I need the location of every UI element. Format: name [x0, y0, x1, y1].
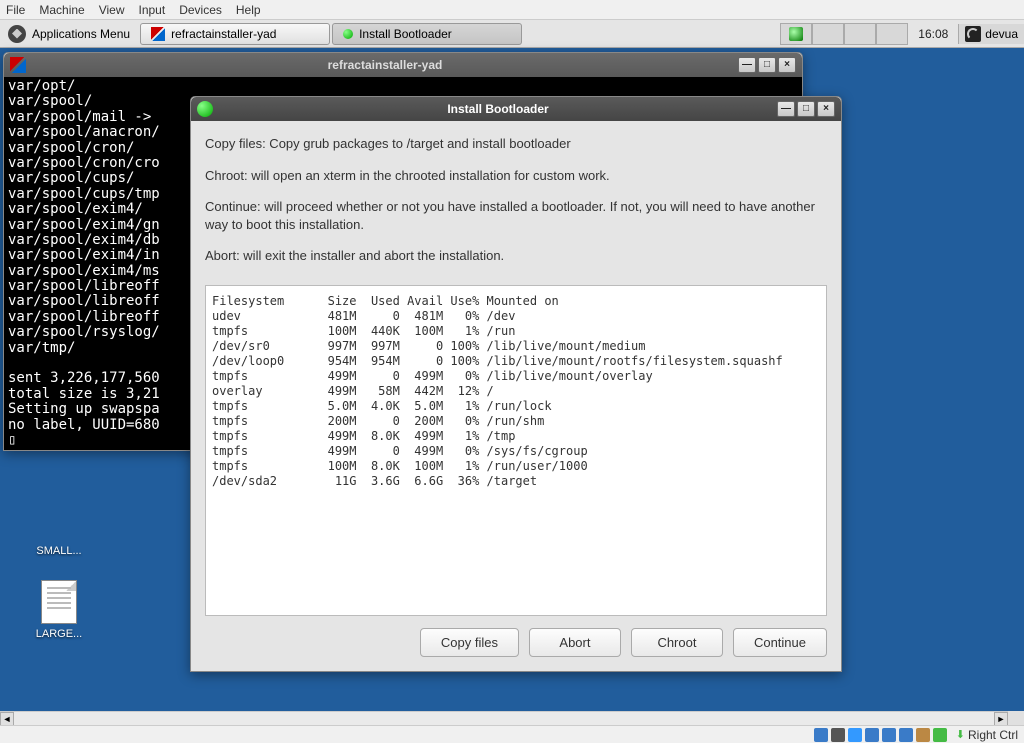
tray-slot-2	[844, 23, 876, 45]
scroll-right-button[interactable]: ►	[994, 712, 1008, 726]
continue-button[interactable]: Continue	[733, 628, 827, 657]
scroll-corner	[1008, 711, 1024, 725]
taskbar-label-1: refractainstaller-yad	[171, 27, 276, 41]
abort-button[interactable]: Abort	[529, 628, 621, 657]
vm-shared-folders-icon[interactable]	[899, 728, 913, 742]
taskbar-item-refractainstaller[interactable]: refractainstaller-yad	[140, 23, 330, 45]
vm-menu-devices[interactable]: Devices	[179, 3, 222, 17]
vm-usb-icon[interactable]	[882, 728, 896, 742]
scroll-left-button[interactable]: ◄	[0, 712, 14, 726]
vm-menu-help[interactable]: Help	[236, 3, 261, 17]
applications-menu-button[interactable]: Applications Menu	[0, 23, 138, 45]
vm-hdd-icon[interactable]	[814, 728, 828, 742]
desktop-icon-large[interactable]: LARGE...	[24, 580, 94, 640]
tray-indicator[interactable]	[780, 23, 812, 45]
terminal-app-icon	[10, 57, 26, 73]
vm-host-key-indicator: ⬇ Right Ctrl	[956, 728, 1018, 742]
copy-files-button[interactable]: Copy files	[420, 628, 519, 657]
chroot-button[interactable]: Chroot	[631, 628, 723, 657]
refracta-icon	[151, 27, 165, 41]
vm-menu-machine[interactable]: Machine	[39, 3, 84, 17]
user-label: devua	[985, 27, 1018, 41]
dialog-text-copyfiles: Copy files: Copy grub packages to /targe…	[205, 135, 827, 153]
vm-display-icon[interactable]	[916, 728, 930, 742]
dialog-maximize-button[interactable]: □	[797, 101, 815, 117]
dialog-body: Copy files: Copy grub packages to /targe…	[191, 121, 841, 671]
dialog-button-row: Copy files Abort Chroot Continue	[205, 628, 827, 657]
host-key-label: Right Ctrl	[968, 728, 1018, 742]
applications-menu-icon	[8, 25, 26, 43]
dialog-text-chroot: Chroot: will open an xterm in the chroot…	[205, 167, 827, 185]
taskbar-label-2: Install Bootloader	[359, 27, 452, 41]
terminal-maximize-button[interactable]: □	[758, 57, 776, 73]
file-icon	[41, 580, 77, 624]
tray-slot-3	[876, 23, 908, 45]
dialog-titlebar[interactable]: Install Bootloader — □ ×	[191, 97, 841, 121]
dialog-text-continue: Continue: will proceed whether or not yo…	[205, 198, 827, 233]
terminal-close-button[interactable]: ×	[778, 57, 796, 73]
vm-optical-icon[interactable]	[831, 728, 845, 742]
tray-slot-1	[812, 23, 844, 45]
dialog-text-abort: Abort: will exit the installer and abort…	[205, 247, 827, 265]
terminal-titlebar[interactable]: refractainstaller-yad — □ ×	[4, 53, 802, 77]
dialog-title-text: Install Bootloader	[219, 102, 777, 116]
vm-menu-input[interactable]: Input	[139, 3, 166, 17]
bootloader-icon	[343, 29, 353, 39]
vm-menubar: File Machine View Input Devices Help	[0, 0, 1024, 20]
devuan-swirl-icon	[965, 26, 981, 42]
dialog-instructions: Copy files: Copy grub packages to /targe…	[205, 135, 827, 279]
tray-green-icon	[789, 27, 803, 41]
host-key-arrow-icon: ⬇	[956, 728, 965, 741]
scroll-track[interactable]	[14, 712, 994, 725]
dialog-app-icon	[197, 101, 213, 117]
dialog-close-button[interactable]: ×	[817, 101, 835, 117]
desktop-icon-large-label: LARGE...	[24, 628, 94, 640]
vm-audio-icon[interactable]	[848, 728, 862, 742]
user-indicator[interactable]: devua	[958, 24, 1024, 44]
desktop-icon-small[interactable]: SMALL...	[24, 545, 94, 557]
vm-network-icon[interactable]	[865, 728, 879, 742]
terminal-title-text: refractainstaller-yad	[32, 58, 738, 72]
vm-menu-file[interactable]: File	[6, 3, 25, 17]
taskbar-item-install-bootloader[interactable]: Install Bootloader	[332, 23, 522, 45]
panel-clock[interactable]: 16:08	[908, 27, 958, 41]
vm-status-bar: ⬇ Right Ctrl	[0, 725, 1024, 743]
dialog-minimize-button[interactable]: —	[777, 101, 795, 117]
vm-menu-view[interactable]: View	[99, 3, 125, 17]
filesystem-table[interactable]: Filesystem Size Used Avail Use% Mounted …	[205, 285, 827, 616]
terminal-minimize-button[interactable]: —	[738, 57, 756, 73]
vm-horizontal-scrollbar[interactable]: ◄ ►	[0, 711, 1008, 725]
vm-recording-icon[interactable]	[933, 728, 947, 742]
desktop-icon-small-label: SMALL...	[24, 545, 94, 557]
install-bootloader-dialog[interactable]: Install Bootloader — □ × Copy files: Cop…	[190, 96, 842, 672]
applications-menu-label: Applications Menu	[32, 27, 130, 41]
desktop-panel: Applications Menu refractainstaller-yad …	[0, 20, 1024, 48]
